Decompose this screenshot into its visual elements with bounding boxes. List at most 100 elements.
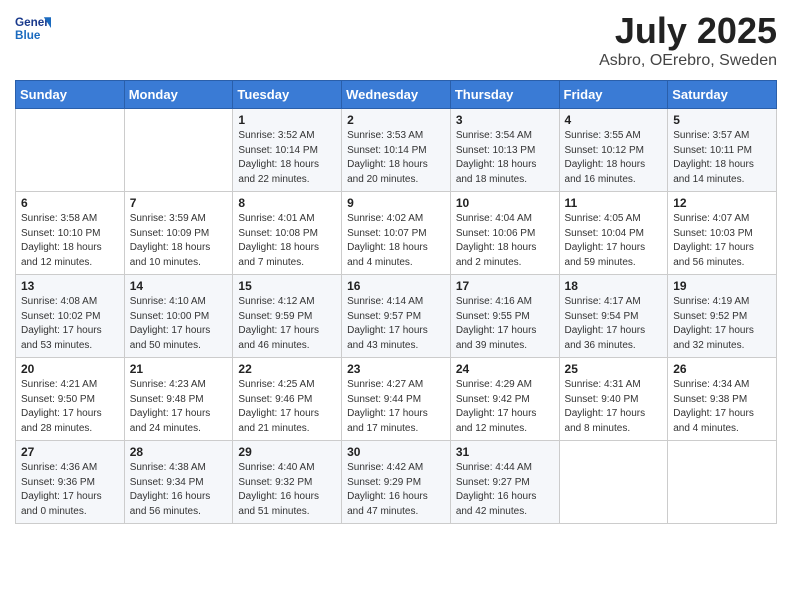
day-info: Sunrise: 4:07 AM Sunset: 10:03 PM Daylig… [673,212,771,270]
day-number: 21 [130,362,228,376]
calendar-cell: 25 Sunrise: 4:31 AM Sunset: 9:40 PM Dayli… [559,358,668,441]
weekday-header-tuesday: Tuesday [233,81,342,109]
calendar-cell: 2 Sunrise: 3:53 AM Sunset: 10:14 PM Dayli… [342,109,451,192]
day-info: Sunrise: 4:36 AM Sunset: 9:36 PM Dayligh… [21,461,119,519]
day-number: 8 [238,196,336,210]
calendar-cell: 15 Sunrise: 4:12 AM Sunset: 9:59 PM Dayli… [233,275,342,358]
calendar-cell: 11 Sunrise: 4:05 AM Sunset: 10:04 PM Dayl… [559,192,668,275]
day-number: 5 [673,113,771,127]
day-info: Sunrise: 4:19 AM Sunset: 9:52 PM Dayligh… [673,295,771,353]
day-number: 16 [347,279,445,293]
calendar-cell: 29 Sunrise: 4:40 AM Sunset: 9:32 PM Dayli… [233,441,342,524]
day-info: Sunrise: 4:34 AM Sunset: 9:38 PM Dayligh… [673,378,771,436]
calendar-cell: 19 Sunrise: 4:19 AM Sunset: 9:52 PM Dayli… [668,275,777,358]
day-info: Sunrise: 4:08 AM Sunset: 10:02 PM Daylig… [21,295,119,353]
day-info: Sunrise: 3:52 AM Sunset: 10:14 PM Daylig… [238,129,336,187]
day-info: Sunrise: 3:53 AM Sunset: 10:14 PM Daylig… [347,129,445,187]
day-number: 7 [130,196,228,210]
day-info: Sunrise: 4:31 AM Sunset: 9:40 PM Dayligh… [565,378,663,436]
calendar-cell: 22Sunrise: 4:25 AM Sunset: 9:46 PM Dayli… [233,358,342,441]
day-number: 10 [456,196,554,210]
svg-text:Blue: Blue [15,29,41,42]
calendar-cell: 21 Sunrise: 4:23 AM Sunset: 9:48 PM Dayli… [124,358,233,441]
day-number: 11 [565,196,663,210]
calendar-cell: 3Sunrise: 3:54 AM Sunset: 10:13 PM Dayli… [450,109,559,192]
weekday-header-saturday: Saturday [668,81,777,109]
day-info: Sunrise: 3:57 AM Sunset: 10:11 PM Daylig… [673,129,771,187]
calendar-week-2: 6 Sunrise: 3:58 AM Sunset: 10:10 PM Dayli… [16,192,777,275]
day-number: 14 [130,279,228,293]
day-info: Sunrise: 4:21 AM Sunset: 9:50 PM Dayligh… [21,378,119,436]
calendar-cell [124,109,233,192]
calendar-cell [559,441,668,524]
calendar-week-4: 20 Sunrise: 4:21 AM Sunset: 9:50 PM Dayli… [16,358,777,441]
day-number: 29 [238,445,336,459]
day-number: 30 [347,445,445,459]
calendar-cell: 13Sunrise: 4:08 AM Sunset: 10:02 PM Dayl… [16,275,125,358]
day-number: 15 [238,279,336,293]
day-info: Sunrise: 4:25 AM Sunset: 9:46 PM Dayligh… [238,378,336,436]
day-number: 20 [21,362,119,376]
day-info: Sunrise: 4:40 AM Sunset: 9:32 PM Dayligh… [238,461,336,519]
day-info: Sunrise: 4:10 AM Sunset: 10:00 PM Daylig… [130,295,228,353]
calendar-cell: 28 Sunrise: 4:38 AM Sunset: 9:34 PM Dayli… [124,441,233,524]
day-number: 4 [565,113,663,127]
day-info: Sunrise: 4:05 AM Sunset: 10:04 PM Daylig… [565,212,663,270]
calendar-cell: 5 Sunrise: 3:57 AM Sunset: 10:11 PM Dayli… [668,109,777,192]
calendar-cell: 1 Sunrise: 3:52 AM Sunset: 10:14 PM Dayli… [233,109,342,192]
calendar-cell: 18 Sunrise: 4:17 AM Sunset: 9:54 PM Dayli… [559,275,668,358]
calendar-cell: 17Sunrise: 4:16 AM Sunset: 9:55 PM Dayli… [450,275,559,358]
calendar-body: 1 Sunrise: 3:52 AM Sunset: 10:14 PM Dayli… [16,109,777,524]
day-info: Sunrise: 4:17 AM Sunset: 9:54 PM Dayligh… [565,295,663,353]
calendar-cell: 7Sunrise: 3:59 AM Sunset: 10:09 PM Dayli… [124,192,233,275]
day-info: Sunrise: 4:29 AM Sunset: 9:42 PM Dayligh… [456,378,554,436]
calendar-cell: 26 Sunrise: 4:34 AM Sunset: 9:38 PM Dayli… [668,358,777,441]
weekday-header-wednesday: Wednesday [342,81,451,109]
title-block: July 2025 Asbro, OErebro, Sweden [599,10,777,70]
day-number: 26 [673,362,771,376]
day-info: Sunrise: 4:44 AM Sunset: 9:27 PM Dayligh… [456,461,554,519]
calendar-week-1: 1 Sunrise: 3:52 AM Sunset: 10:14 PM Dayli… [16,109,777,192]
day-info: Sunrise: 4:38 AM Sunset: 9:34 PM Dayligh… [130,461,228,519]
day-number: 23 [347,362,445,376]
month-year-title: July 2025 [599,10,777,52]
calendar-header-row: SundayMondayTuesdayWednesdayThursdayFrid… [16,81,777,109]
day-number: 3 [456,113,554,127]
location-subtitle: Asbro, OErebro, Sweden [599,52,777,70]
day-info: Sunrise: 4:14 AM Sunset: 9:57 PM Dayligh… [347,295,445,353]
weekday-header-friday: Friday [559,81,668,109]
day-number: 1 [238,113,336,127]
calendar-cell: 14 Sunrise: 4:10 AM Sunset: 10:00 PM Dayl… [124,275,233,358]
calendar-cell: 10Sunrise: 4:04 AM Sunset: 10:06 PM Dayl… [450,192,559,275]
day-number: 31 [456,445,554,459]
day-info: Sunrise: 4:12 AM Sunset: 9:59 PM Dayligh… [238,295,336,353]
calendar-cell: 24 Sunrise: 4:29 AM Sunset: 9:42 PM Dayli… [450,358,559,441]
day-number: 6 [21,196,119,210]
calendar-cell: 31 Sunrise: 4:44 AM Sunset: 9:27 PM Dayli… [450,441,559,524]
calendar-cell: 16 Sunrise: 4:14 AM Sunset: 9:57 PM Dayli… [342,275,451,358]
day-number: 12 [673,196,771,210]
day-number: 2 [347,113,445,127]
calendar-cell: 30 Sunrise: 4:42 AM Sunset: 9:29 PM Dayli… [342,441,451,524]
day-number: 25 [565,362,663,376]
calendar-cell: 20 Sunrise: 4:21 AM Sunset: 9:50 PM Dayli… [16,358,125,441]
calendar-cell: 6 Sunrise: 3:58 AM Sunset: 10:10 PM Dayli… [16,192,125,275]
day-info: Sunrise: 4:42 AM Sunset: 9:29 PM Dayligh… [347,461,445,519]
day-number: 18 [565,279,663,293]
day-number: 9 [347,196,445,210]
calendar-cell: 8Sunrise: 4:01 AM Sunset: 10:08 PM Dayli… [233,192,342,275]
day-number: 24 [456,362,554,376]
calendar-cell: 12 Sunrise: 4:07 AM Sunset: 10:03 PM Dayl… [668,192,777,275]
day-number: 17 [456,279,554,293]
calendar-week-3: 13Sunrise: 4:08 AM Sunset: 10:02 PM Dayl… [16,275,777,358]
day-info: Sunrise: 4:23 AM Sunset: 9:48 PM Dayligh… [130,378,228,436]
day-number: 28 [130,445,228,459]
calendar-cell [668,441,777,524]
weekday-header-sunday: Sunday [16,81,125,109]
day-number: 27 [21,445,119,459]
day-info: Sunrise: 4:27 AM Sunset: 9:44 PM Dayligh… [347,378,445,436]
calendar-week-5: 27 Sunrise: 4:36 AM Sunset: 9:36 PM Dayli… [16,441,777,524]
day-number: 19 [673,279,771,293]
weekday-header-thursday: Thursday [450,81,559,109]
day-info: Sunrise: 3:58 AM Sunset: 10:10 PM Daylig… [21,212,119,270]
